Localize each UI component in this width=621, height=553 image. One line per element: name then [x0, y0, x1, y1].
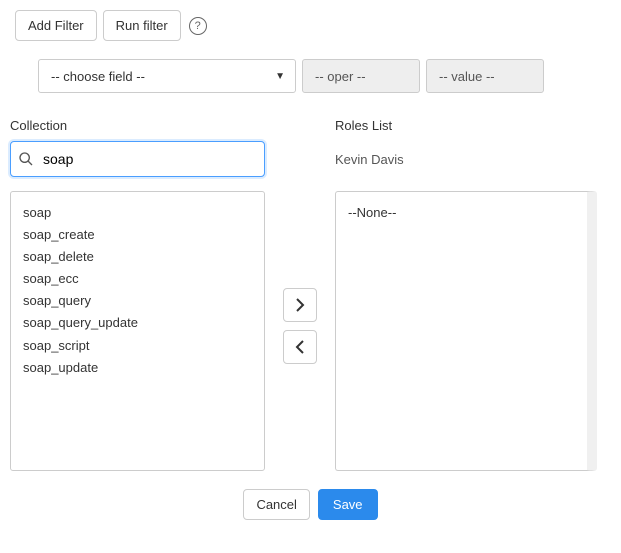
- list-item[interactable]: soap_delete: [23, 246, 252, 268]
- roles-user-name: Kevin Davis: [335, 152, 404, 167]
- cancel-button[interactable]: Cancel: [243, 489, 309, 520]
- search-wrapper: [10, 141, 265, 177]
- list-item[interactable]: soap_create: [23, 224, 252, 246]
- roles-list-label: Roles List: [335, 118, 597, 133]
- collection-listbox[interactable]: soap soap_create soap_delete soap_ecc so…: [10, 191, 265, 471]
- field-select[interactable]: -- choose field -- ▼: [38, 59, 296, 93]
- help-icon[interactable]: ?: [189, 17, 207, 35]
- list-item[interactable]: soap_ecc: [23, 268, 252, 290]
- list-item-none[interactable]: --None--: [348, 202, 575, 224]
- move-left-button[interactable]: [283, 330, 317, 364]
- move-right-button[interactable]: [283, 288, 317, 322]
- add-filter-button[interactable]: Add Filter: [15, 10, 97, 41]
- list-item[interactable]: soap_query_update: [23, 312, 252, 334]
- chevron-down-icon: ▼: [275, 71, 285, 82]
- run-filter-button[interactable]: Run filter: [103, 10, 181, 41]
- roles-column: Roles List Kevin Davis --None--: [335, 118, 597, 471]
- footer-actions: Cancel Save: [10, 489, 611, 520]
- roles-listbox[interactable]: --None--: [335, 191, 597, 471]
- operator-placeholder: -- oper --: [315, 69, 366, 84]
- list-item[interactable]: soap_script: [23, 335, 252, 357]
- dual-list-container: Collection soap soap_create soap_delete …: [10, 118, 611, 471]
- filter-toolbar: Add Filter Run filter ?: [15, 10, 611, 41]
- collection-search-input[interactable]: [10, 141, 265, 177]
- collection-column: Collection soap soap_create soap_delete …: [10, 118, 265, 471]
- value-field: -- value --: [426, 59, 544, 93]
- collection-label: Collection: [10, 118, 265, 133]
- operator-field: -- oper --: [302, 59, 420, 93]
- field-select-label: -- choose field --: [51, 69, 145, 84]
- list-item[interactable]: soap_query: [23, 290, 252, 312]
- move-buttons-column: [275, 118, 325, 364]
- chevron-right-icon: [295, 298, 305, 312]
- list-item[interactable]: soap_update: [23, 357, 252, 379]
- filter-condition-row: -- choose field -- ▼ -- oper -- -- value…: [38, 59, 611, 93]
- chevron-left-icon: [295, 340, 305, 354]
- value-placeholder: -- value --: [439, 69, 495, 84]
- search-icon: [18, 151, 34, 167]
- roles-user-row: Kevin Davis: [335, 141, 597, 177]
- list-item[interactable]: soap: [23, 202, 252, 224]
- save-button[interactable]: Save: [318, 489, 378, 520]
